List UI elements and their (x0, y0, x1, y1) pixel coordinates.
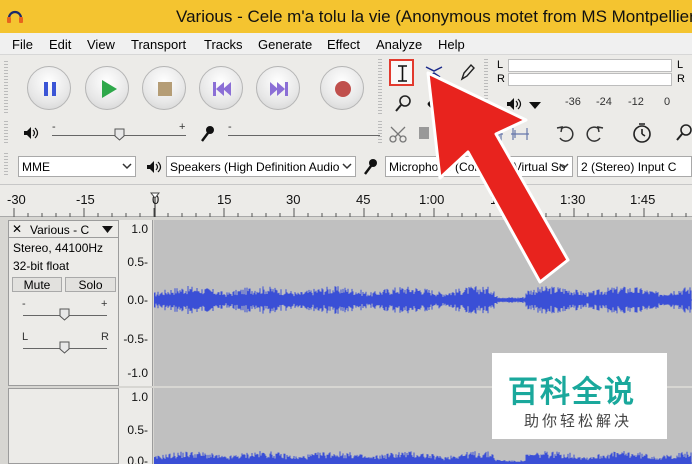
record-icon (335, 81, 351, 97)
input-volume-slider[interactable] (228, 135, 380, 136)
transport-toolbar-grip[interactable] (4, 61, 8, 115)
playback-device-select[interactable]: Speakers (High Definition Audio (166, 156, 356, 177)
red-pointer-arrow (426, 71, 570, 284)
skip-to-start-button[interactable] (199, 66, 243, 110)
meter-scale-tick: 0 (664, 96, 671, 108)
track-control-panel-lower[interactable] (8, 388, 119, 464)
tools-toolbar-grip[interactable] (378, 59, 382, 115)
menu-edit[interactable]: Edit (49, 37, 71, 52)
edit-toolbar-grip[interactable] (378, 121, 382, 145)
playback-device-value: Speakers (High Definition Audio (170, 160, 340, 174)
menu-help[interactable]: Help (438, 37, 465, 52)
device-toolbar-grip[interactable] (4, 153, 8, 177)
microphone-icon (364, 159, 377, 175)
amplitude-scale-lower: 1.0 0.5- 0.0- (119, 388, 153, 464)
pan-left-label: L (22, 331, 29, 343)
amplitude-label: 0.5- (127, 255, 148, 269)
ruler-ticks (13, 208, 687, 217)
amplitude-label: -0.5- (123, 332, 148, 346)
recording-channels-value: 2 (Stereo) Input C (581, 160, 677, 174)
speaker-icon (147, 161, 162, 173)
chevron-down-icon (342, 163, 352, 170)
pan-right-label: R (101, 331, 109, 343)
menu-analyze[interactable]: Analyze (376, 37, 422, 52)
menu-tracks[interactable]: Tracks (204, 37, 243, 52)
slider-min-label: - (52, 121, 56, 133)
gain-max-label: + (101, 298, 108, 310)
menu-generate[interactable]: Generate (258, 37, 312, 52)
track-bitdepth-label: 32-bit float (13, 259, 70, 273)
close-track-icon[interactable]: ✕ (12, 222, 22, 236)
track-control-panel[interactable]: ✕ Various - C Stereo, 44100Hz 32-bit flo… (8, 220, 119, 386)
watermark-badge: 百科全说 助你轻松解决 (492, 353, 667, 439)
play-icon (102, 80, 117, 98)
skip-to-end-icon (270, 82, 288, 96)
menu-transport[interactable]: Transport (131, 37, 186, 52)
recording-channels-select[interactable]: 2 (Stereo) Input C (577, 156, 692, 177)
menu-view[interactable]: View (87, 37, 115, 52)
mute-button[interactable]: Mute (12, 277, 62, 292)
solo-button[interactable]: Solo (65, 277, 116, 292)
meter-left-label-2: L (677, 59, 684, 71)
watermark-logo: 百科全说 (508, 375, 636, 410)
zoom-in-magnifier-icon[interactable] (676, 123, 692, 143)
input-volume-microphone-icon (201, 126, 214, 142)
stop-icon (158, 82, 172, 96)
track-menu-dropdown-icon[interactable] (101, 225, 114, 234)
watermark-subtitle: 助你轻松解决 (524, 412, 633, 430)
pause-button[interactable] (27, 66, 71, 110)
pause-icon (44, 82, 56, 96)
track-title-bar: ✕ Various - C (9, 221, 118, 238)
audacity-app-icon (6, 8, 24, 24)
toolbar-area: L R L R -36 -24 -12 0 - + - MME Speakers… (0, 55, 692, 184)
menu-bar: File Edit View Transport Tracks Generate… (0, 33, 692, 55)
track-format-label: Stereo, 44100Hz (13, 241, 104, 255)
amplitude-scale: 1.0 0.5- 0.0- -0.5- -1.0 (119, 220, 153, 386)
gain-slider-thumb[interactable] (59, 308, 70, 321)
sync-lock-button[interactable] (630, 121, 654, 143)
window-title: Various - Cele m'a tolu la vie (Anonymou… (176, 7, 692, 26)
play-button[interactable] (85, 66, 129, 110)
title-bar: Various - Cele m'a tolu la vie (Anonymou… (0, 0, 692, 33)
redo-button[interactable] (583, 123, 607, 145)
meter-scale-tick: -12 (628, 96, 644, 108)
amplitude-label: -1.0 (127, 366, 148, 380)
timeline-ruler[interactable]: -30 -15 0 15 30 45 1:00 1:15 1:30 1:45 (0, 184, 692, 217)
chevron-down-icon (122, 163, 132, 170)
output-volume-thumb[interactable] (114, 128, 125, 141)
stop-button[interactable] (142, 66, 186, 110)
menu-effect[interactable]: Effect (327, 37, 360, 52)
slider-max-label: + (179, 121, 186, 133)
amplitude-label: 0.0- (127, 454, 148, 464)
timer-icon (633, 123, 651, 143)
skip-to-end-button[interactable] (256, 66, 300, 110)
audio-host-select[interactable]: MME (18, 156, 136, 177)
play-head-marker-icon[interactable] (150, 191, 160, 217)
redo-icon (586, 126, 604, 142)
menu-file[interactable]: File (12, 37, 33, 52)
slider-min-label: - (228, 121, 232, 133)
output-volume-icon (24, 127, 39, 139)
track-name[interactable]: Various - C (30, 223, 89, 237)
audio-host-value: MME (22, 160, 50, 174)
amplitude-label: 0.5- (127, 423, 148, 437)
meter-scale-tick: -24 (596, 96, 612, 108)
gain-min-label: - (22, 298, 26, 310)
pan-slider-thumb[interactable] (59, 341, 70, 354)
record-button[interactable] (320, 66, 364, 110)
meter-right-label-2: R (677, 73, 685, 85)
amplitude-label: 0.0- (127, 293, 148, 307)
skip-to-start-icon (213, 82, 231, 96)
amplitude-label: 1.0 (131, 222, 148, 236)
mixer-toolbar-grip[interactable] (4, 121, 8, 145)
amplitude-label: 1.0 (131, 390, 148, 404)
